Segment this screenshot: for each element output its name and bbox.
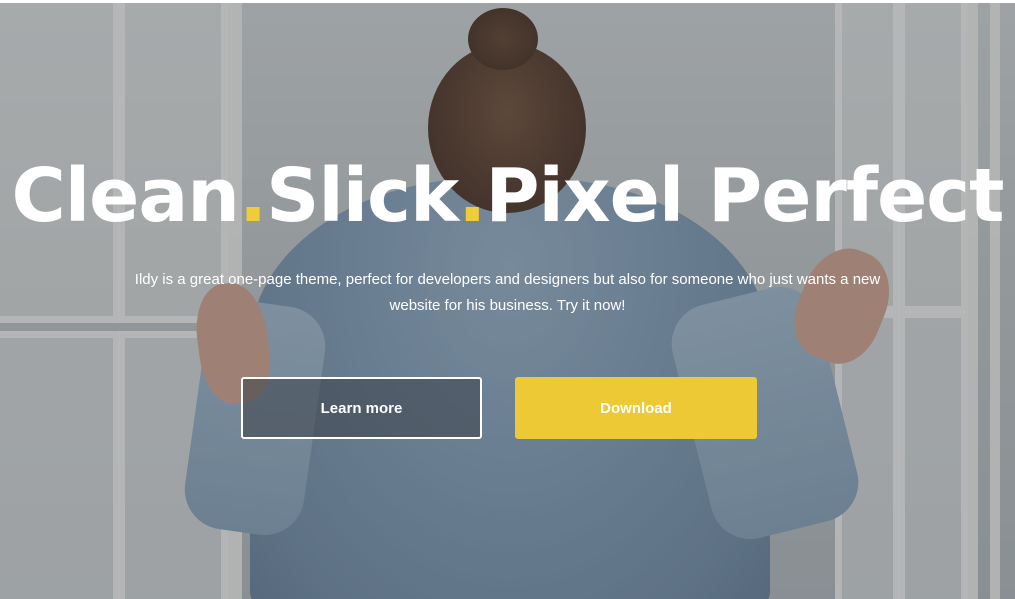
title-word-clean: Clean: [11, 153, 239, 239]
learn-more-button[interactable]: Learn more: [241, 377, 482, 439]
download-button[interactable]: Download: [515, 377, 757, 439]
title-dot-accent: .: [238, 153, 267, 239]
hero-subtitle: Ildy is a great one-page theme, perfect …: [134, 271, 881, 314]
hero-title: Clean.Slick.Pixel Perfect: [0, 144, 1015, 248]
title-dot-accent: .: [458, 153, 486, 239]
title-word-pixel-perfect: Pixel Perfect: [485, 153, 1004, 239]
title-word-slick: Slick: [266, 153, 459, 239]
hero-section: Clean.Slick.Pixel Perfect Ildy is a grea…: [0, 3, 1015, 599]
